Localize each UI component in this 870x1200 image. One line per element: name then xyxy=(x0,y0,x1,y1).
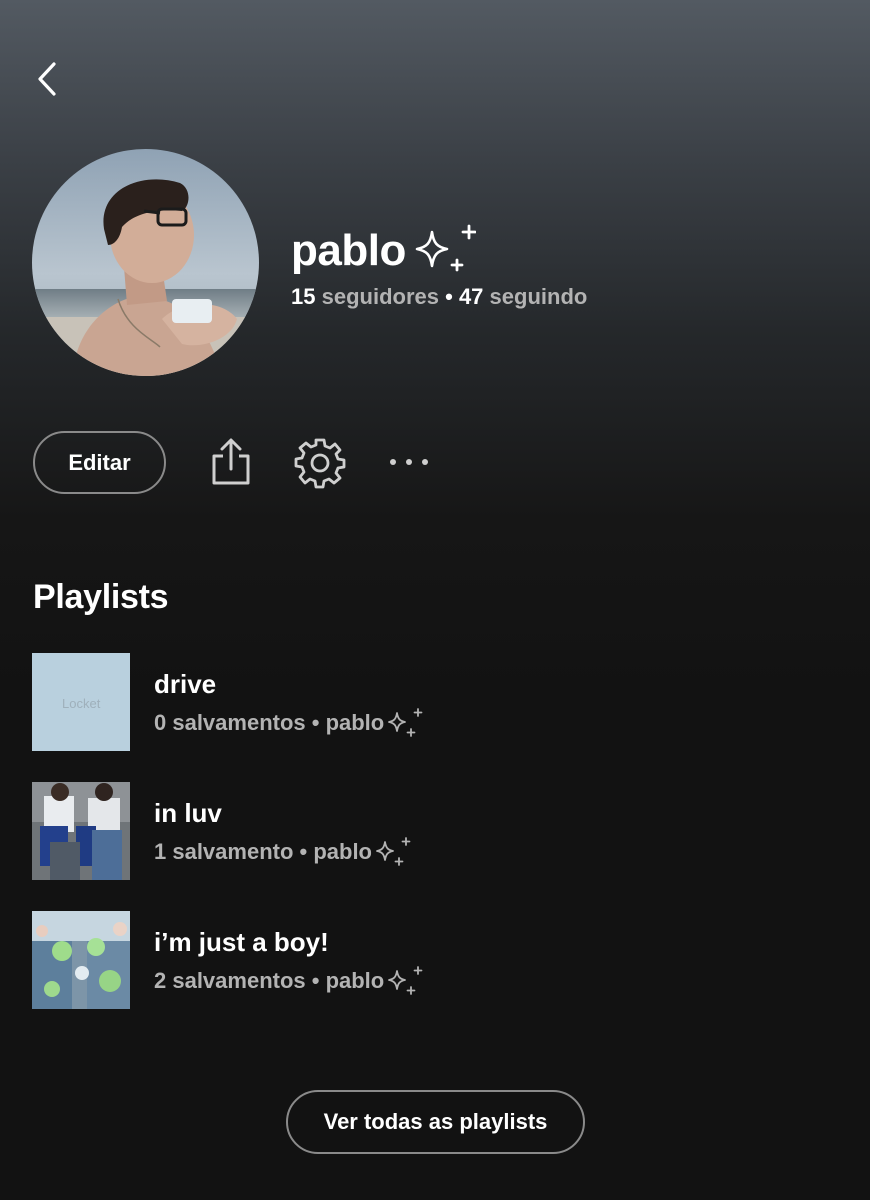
playlists-heading: Playlists xyxy=(33,578,169,616)
following-count: 47 xyxy=(458,284,484,309)
playlist-meta-text: 2 salvamentos • pablo xyxy=(154,968,385,993)
playlist-item-im-just-a-boy[interactable]: i’m just a boy! 2 salvamentos • pablo xyxy=(32,911,832,1009)
back-button[interactable] xyxy=(30,60,64,98)
playlist-meta: 0 salvamentos • pablo xyxy=(154,707,423,739)
profile-name-text: pablo xyxy=(291,226,406,275)
see-all-playlists-button[interactable]: Ver todas as playlists xyxy=(286,1090,585,1154)
gear-icon xyxy=(294,438,346,489)
sparkle-icon xyxy=(388,708,423,737)
stats-separator: • xyxy=(445,284,453,309)
more-horizontal-icon xyxy=(390,459,428,465)
edit-button[interactable]: Editar xyxy=(33,431,166,494)
playlist-cover xyxy=(32,782,130,880)
playlist-title: in luv xyxy=(154,798,222,828)
playlist-meta-text: 1 salvamento • pablo xyxy=(154,839,372,864)
sparkle-icon xyxy=(376,837,411,866)
chevron-left-icon xyxy=(38,62,56,96)
share-icon xyxy=(212,438,250,485)
avatar xyxy=(32,149,259,376)
more-options-button[interactable] xyxy=(386,448,432,476)
following-label[interactable]: seguindo xyxy=(490,284,588,309)
profile-stats: 15 seguidores • 47 seguindo xyxy=(291,284,587,310)
playlist-cover xyxy=(32,911,130,1009)
share-button[interactable] xyxy=(209,436,253,488)
sparkle-icon xyxy=(388,966,423,995)
profile-name: pablo xyxy=(291,222,476,280)
playlist-title: i’m just a boy! xyxy=(154,927,329,957)
sparkle-icon xyxy=(415,224,476,272)
playlist-cover-text: Locket xyxy=(62,696,101,711)
followers-label[interactable]: seguidores xyxy=(322,284,439,309)
playlist-item-drive[interactable]: Locket drive 0 salvamentos • pablo xyxy=(32,653,832,751)
playlist-meta: 1 salvamento • pablo xyxy=(154,836,411,868)
playlist-item-in-luv[interactable]: in luv 1 salvamento • pablo xyxy=(32,782,832,880)
followers-count: 15 xyxy=(291,284,316,309)
playlist-meta: 2 salvamentos • pablo xyxy=(154,965,423,997)
settings-button[interactable] xyxy=(293,436,347,490)
playlist-cover: Locket xyxy=(32,653,130,751)
playlist-meta-text: 0 salvamentos • pablo xyxy=(154,710,385,735)
playlist-title: drive xyxy=(154,669,217,699)
